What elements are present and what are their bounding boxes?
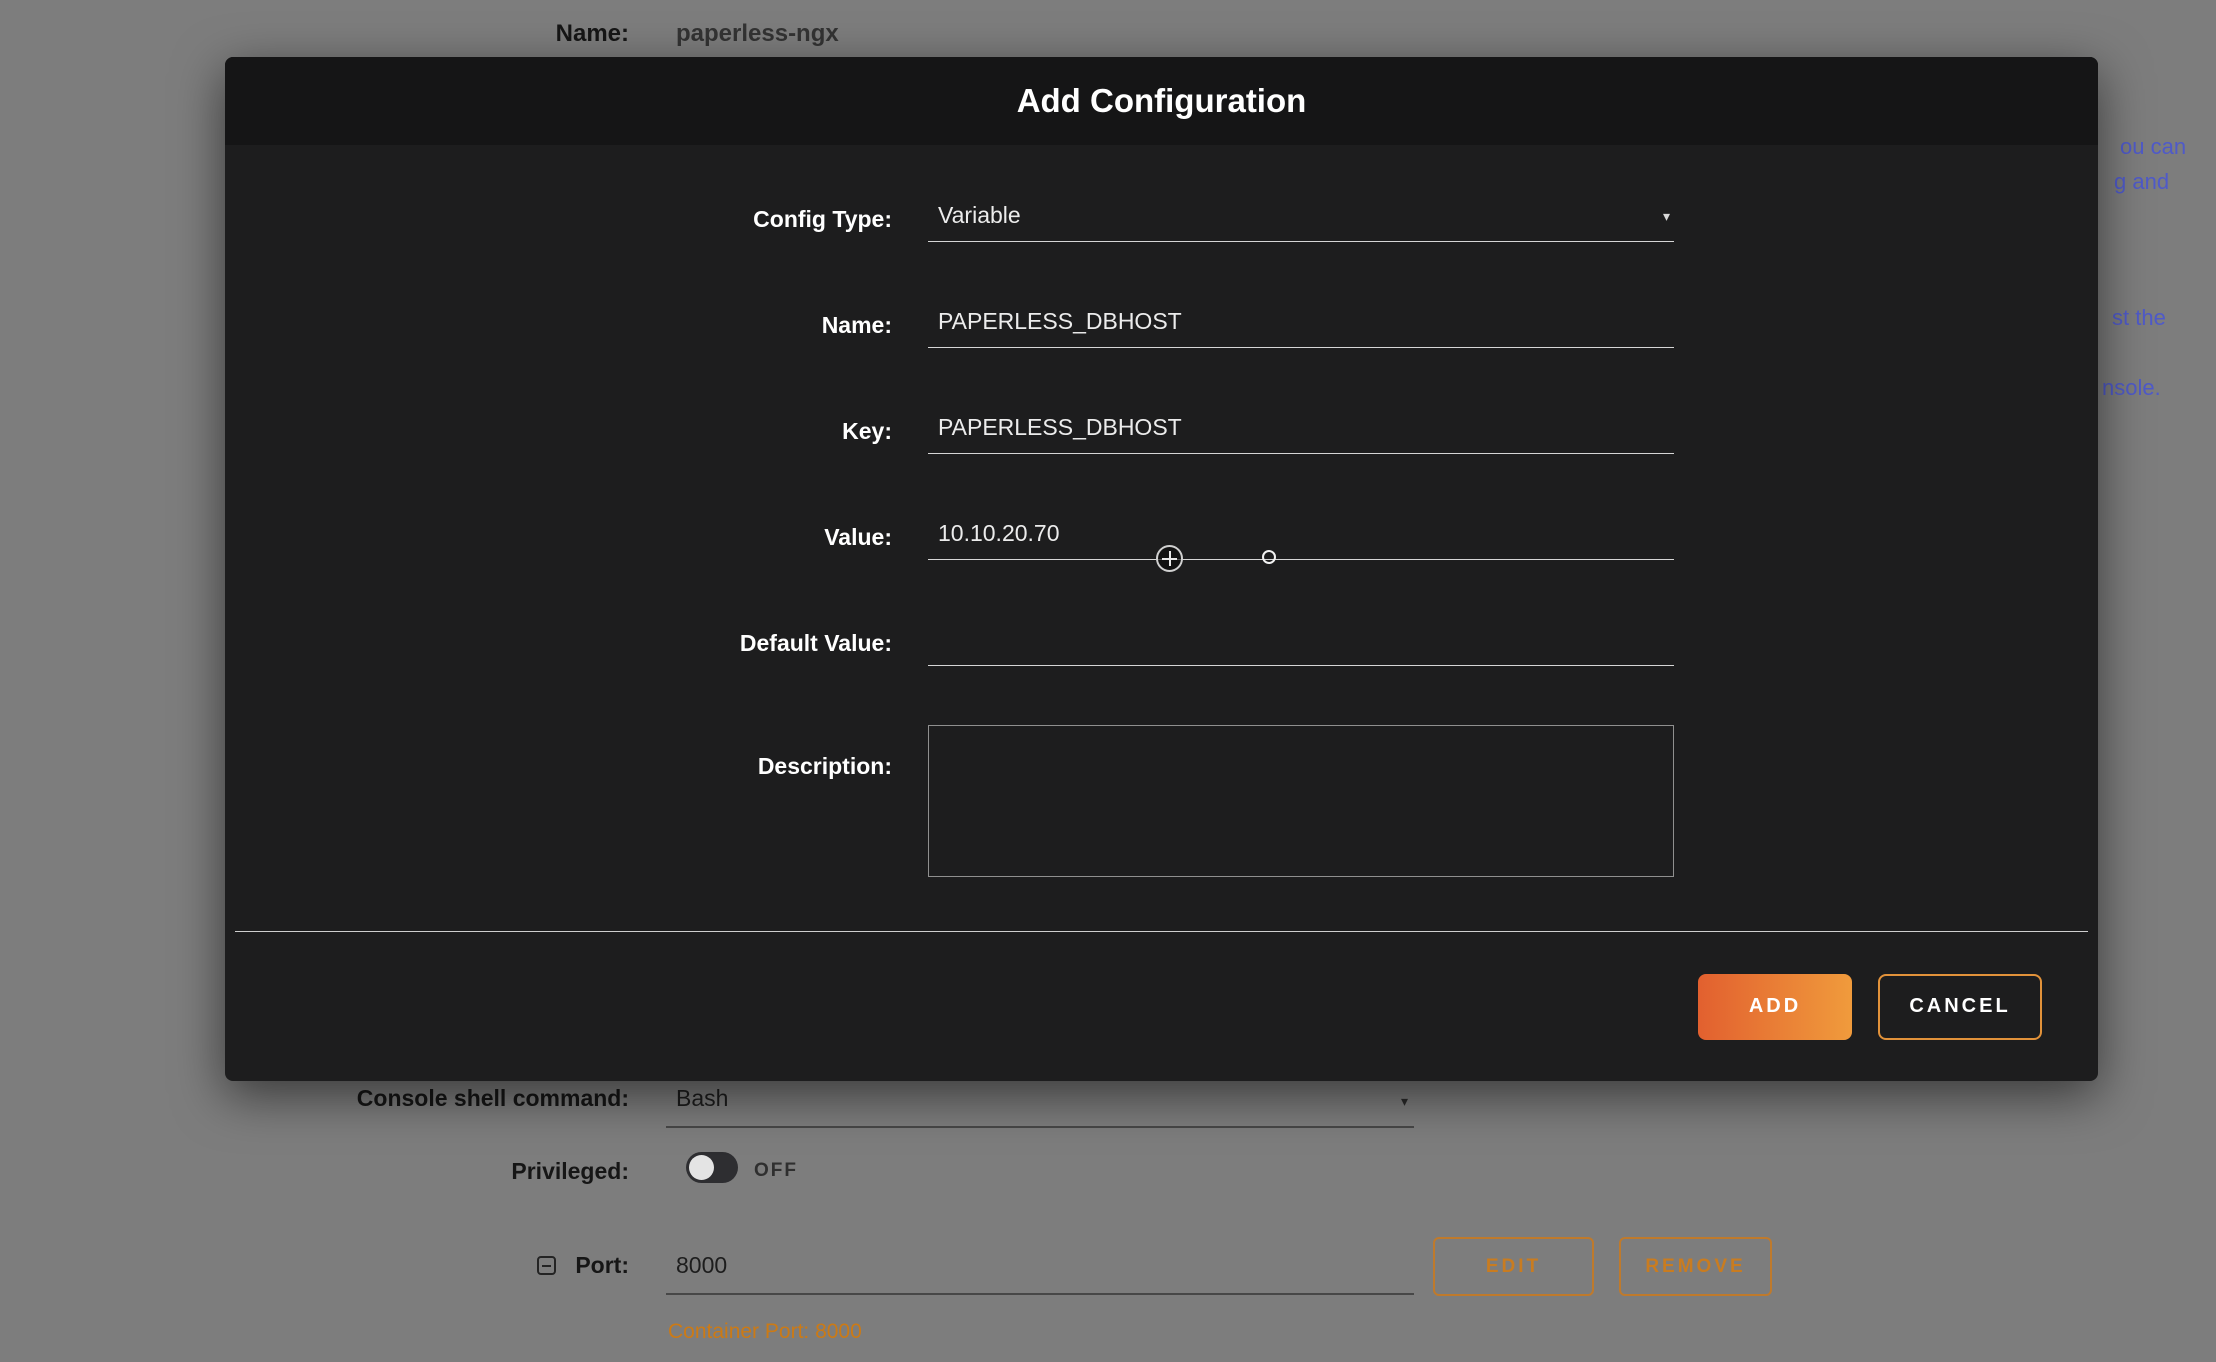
move-cursor-icon xyxy=(1156,545,1183,572)
pointer-dot-icon xyxy=(1262,550,1276,564)
console-shell-command-select[interactable]: Bash ▾ xyxy=(666,1085,1414,1128)
cancel-button[interactable]: CANCEL xyxy=(1878,974,2042,1040)
default-value-row: Default Value: xyxy=(225,619,2098,667)
remove-button[interactable]: REMOVE xyxy=(1619,1237,1772,1296)
description-label: Description: xyxy=(225,725,892,780)
value-input[interactable] xyxy=(928,514,1674,560)
config-type-select[interactable]: Variable ▾ xyxy=(928,196,1674,242)
modal-title: Add Configuration xyxy=(1017,82,1307,120)
name-field xyxy=(928,302,1674,348)
default-value-field xyxy=(928,620,1674,666)
port-value: 8000 xyxy=(676,1252,727,1278)
privileged-label: Privileged: xyxy=(0,1158,629,1185)
name-label: Name: xyxy=(225,312,892,339)
console-shell-command-value: Bash xyxy=(676,1085,728,1111)
port-input[interactable]: 8000 xyxy=(666,1252,1414,1295)
modal-footer: ADD CANCEL xyxy=(225,932,2098,1081)
privileged-state: OFF xyxy=(754,1160,798,1182)
modal-body: Config Type: Variable ▾ Name: Key: xyxy=(225,145,2098,877)
clipped-help-text: nsole. xyxy=(2102,375,2161,401)
description-field xyxy=(928,725,1674,882)
privileged-toggle[interactable] xyxy=(686,1152,738,1183)
add-button[interactable]: ADD xyxy=(1698,974,1852,1040)
key-input[interactable] xyxy=(928,408,1674,454)
container-port-text: Container Port: 8000 xyxy=(668,1320,862,1344)
name-input[interactable] xyxy=(928,302,1674,348)
key-label: Key: xyxy=(225,418,892,445)
description-row: Description: xyxy=(225,725,2098,877)
config-type-label: Config Type: xyxy=(225,206,892,233)
key-row: Key: xyxy=(225,407,2098,455)
config-type-field: Variable ▾ xyxy=(928,196,1674,242)
edit-button[interactable]: EDIT xyxy=(1433,1237,1594,1296)
value-label: Value: xyxy=(225,524,892,551)
name-row: Name: xyxy=(225,301,2098,349)
default-value-input[interactable] xyxy=(928,620,1674,666)
value-field xyxy=(928,514,1674,560)
config-type-row: Config Type: Variable ▾ xyxy=(225,195,2098,243)
default-value-label: Default Value: xyxy=(225,630,892,657)
clipped-help-text: st the xyxy=(2112,305,2166,331)
key-field xyxy=(928,408,1674,454)
console-shell-command-label: Console shell command: xyxy=(0,1085,629,1112)
clipped-help-text: ou can xyxy=(2120,134,2186,160)
config-type-value: Variable xyxy=(938,202,1021,228)
chevron-down-icon: ▾ xyxy=(1401,1093,1408,1110)
description-textarea[interactable] xyxy=(928,725,1674,877)
chevron-down-icon: ▾ xyxy=(1663,208,1670,225)
bg-name-value: paperless-ngx xyxy=(676,20,839,48)
bg-name-label: Name: xyxy=(0,20,629,48)
clipped-help-text: g and xyxy=(2114,169,2169,195)
modal-header: Add Configuration xyxy=(225,57,2098,145)
port-label: Port: xyxy=(0,1252,629,1279)
toggle-knob xyxy=(689,1155,714,1180)
